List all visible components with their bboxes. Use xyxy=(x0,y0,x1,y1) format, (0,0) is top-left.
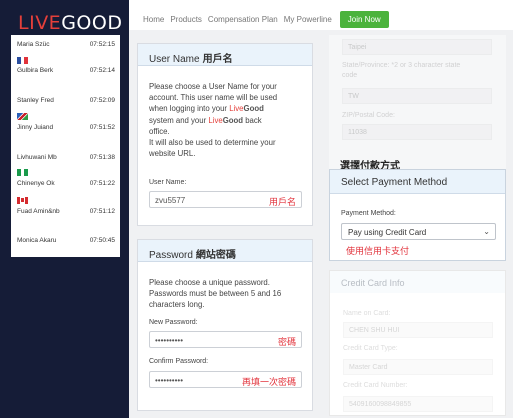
name-on-card-input[interactable]: CHEN SHU HUI xyxy=(343,322,493,338)
nav-compensation-plan[interactable]: Compensation Plan xyxy=(208,15,278,24)
card-title: Select Payment Method xyxy=(341,177,448,188)
card-title: Password xyxy=(149,250,193,261)
card-number-label: Credit Card Number: xyxy=(343,382,408,389)
join-time: 07:52:09 xyxy=(89,97,115,104)
password-description: Please choose a unique password. Passwor… xyxy=(149,278,282,310)
nav-home[interactable]: Home xyxy=(143,15,164,24)
nav-my-powerline[interactable]: My Powerline xyxy=(284,15,332,24)
join-now-button[interactable]: Join Now xyxy=(339,10,389,28)
new-password-value: •••••••••• xyxy=(155,336,184,345)
username-value: zvu5577 xyxy=(155,196,186,205)
card-type-label: Credit Card Type: xyxy=(343,345,398,352)
address-section: Taipei State/Province: *2 or 3 character… xyxy=(329,35,506,170)
canada-flag-icon xyxy=(17,197,28,204)
name-on-card-label: Name on Card: xyxy=(343,310,391,317)
card-header: Password 網站密碼 xyxy=(138,240,312,262)
city-input[interactable]: Taipei xyxy=(342,39,492,55)
confirm-password-annotation: 再填一次密碼 xyxy=(241,378,296,388)
sidebar: LIVEGOOD Maria Szüc 07:52:15 Gulbira Ber… xyxy=(0,0,129,418)
member-name: Livhuwani Mb xyxy=(17,154,57,161)
zip-input[interactable]: 11038 xyxy=(342,124,492,140)
card-header: User Name 用戶名 xyxy=(138,44,312,66)
username-annotation: 用戶名 xyxy=(268,198,296,208)
list-item: Fuad Amin&nb 07:51:12 xyxy=(11,194,120,215)
password-card: Password 網站密碼 Please choose a unique pass… xyxy=(137,239,313,411)
new-password-annotation: 密碼 xyxy=(277,338,296,348)
list-item: Monica Akaru 07:50:45 xyxy=(11,234,120,254)
confirm-password-input[interactable]: •••••••••• 再填一次密碼 xyxy=(149,371,302,388)
card-title: User Name xyxy=(149,54,200,65)
confirm-password-label: Confirm Password: xyxy=(149,358,209,365)
credit-card-info-section: Credit Card Info Name on Card: CHEN SHU … xyxy=(329,270,506,416)
nav-products[interactable]: Products xyxy=(170,15,202,24)
france-flag-icon xyxy=(17,57,28,64)
card-title: Credit Card Info xyxy=(341,278,405,288)
zip-label: ZIP/Postal Code: xyxy=(342,112,395,119)
username-input[interactable]: zvu5577 用戶名 xyxy=(149,191,302,208)
state-input[interactable]: TW xyxy=(342,88,492,104)
join-time: 07:51:22 xyxy=(89,180,115,187)
new-password-input[interactable]: •••••••••• 密碼 xyxy=(149,331,302,348)
card-header: Select Payment Method xyxy=(330,170,505,194)
join-time: 07:52:15 xyxy=(89,41,115,48)
list-item: Gulbira Berk 07:52:14 xyxy=(11,54,120,74)
top-nav: Home Products Compensation Plan My Power… xyxy=(143,10,389,28)
member-name: Monica Akaru xyxy=(17,237,57,244)
member-name: Chinenye Ok xyxy=(17,180,55,187)
member-name: Stanley Fred xyxy=(17,97,54,104)
join-time: 07:51:12 xyxy=(89,208,115,215)
join-time: 07:52:14 xyxy=(89,67,115,74)
member-name: Maria Szüc xyxy=(17,41,50,48)
username-description: Please choose a User Name for your accou… xyxy=(149,82,278,159)
member-name: Fuad Amin&nb xyxy=(17,208,60,215)
new-password-label: New Password: xyxy=(149,319,198,326)
member-name: Jinny Juiand xyxy=(17,124,54,131)
card-title-zh: 網站密碼 xyxy=(195,250,236,261)
join-time: 07:51:52 xyxy=(89,124,115,131)
list-item: Jinny Juiand 07:51:52 xyxy=(11,109,120,131)
payment-method-card: Select Payment Method Payment Method: Pa… xyxy=(329,169,506,261)
payment-method-label: Payment Method: xyxy=(341,210,396,217)
payment-annotation: 使用信用卡支付 xyxy=(346,247,410,257)
card-type-select[interactable]: Master Card xyxy=(343,359,493,375)
confirm-password-value: •••••••••• xyxy=(155,376,184,385)
payment-method-select[interactable]: Pay using Credit Card ⌄ xyxy=(341,223,496,240)
state-label: State/Province: *2 or 3 character state xyxy=(342,62,461,69)
payment-method-value: Pay using Credit Card xyxy=(348,228,427,237)
member-name: Gulbira Berk xyxy=(17,67,54,74)
username-card: User Name 用戶名 Please choose a User Name f… xyxy=(137,43,313,226)
join-time: 07:51:38 xyxy=(89,154,115,161)
username-label: User Name: xyxy=(149,179,187,186)
list-item: Chinenye Ok 07:51:22 xyxy=(11,166,120,187)
card-title-zh: 用戶名 xyxy=(202,54,233,65)
namibia-flag-icon xyxy=(17,113,28,120)
card-number-input[interactable]: 5409160098849855 xyxy=(343,396,493,412)
join-time: 07:50:45 xyxy=(89,237,115,244)
chevron-down-icon: ⌄ xyxy=(483,227,490,236)
recent-joiners-feed: Maria Szüc 07:52:15 Gulbira Berk 07:52:1… xyxy=(11,35,120,257)
state-label-cont: code xyxy=(342,72,358,79)
nigeria-flag-icon xyxy=(17,169,28,176)
livegood-logo[interactable]: LIVEGOOD xyxy=(18,12,122,34)
